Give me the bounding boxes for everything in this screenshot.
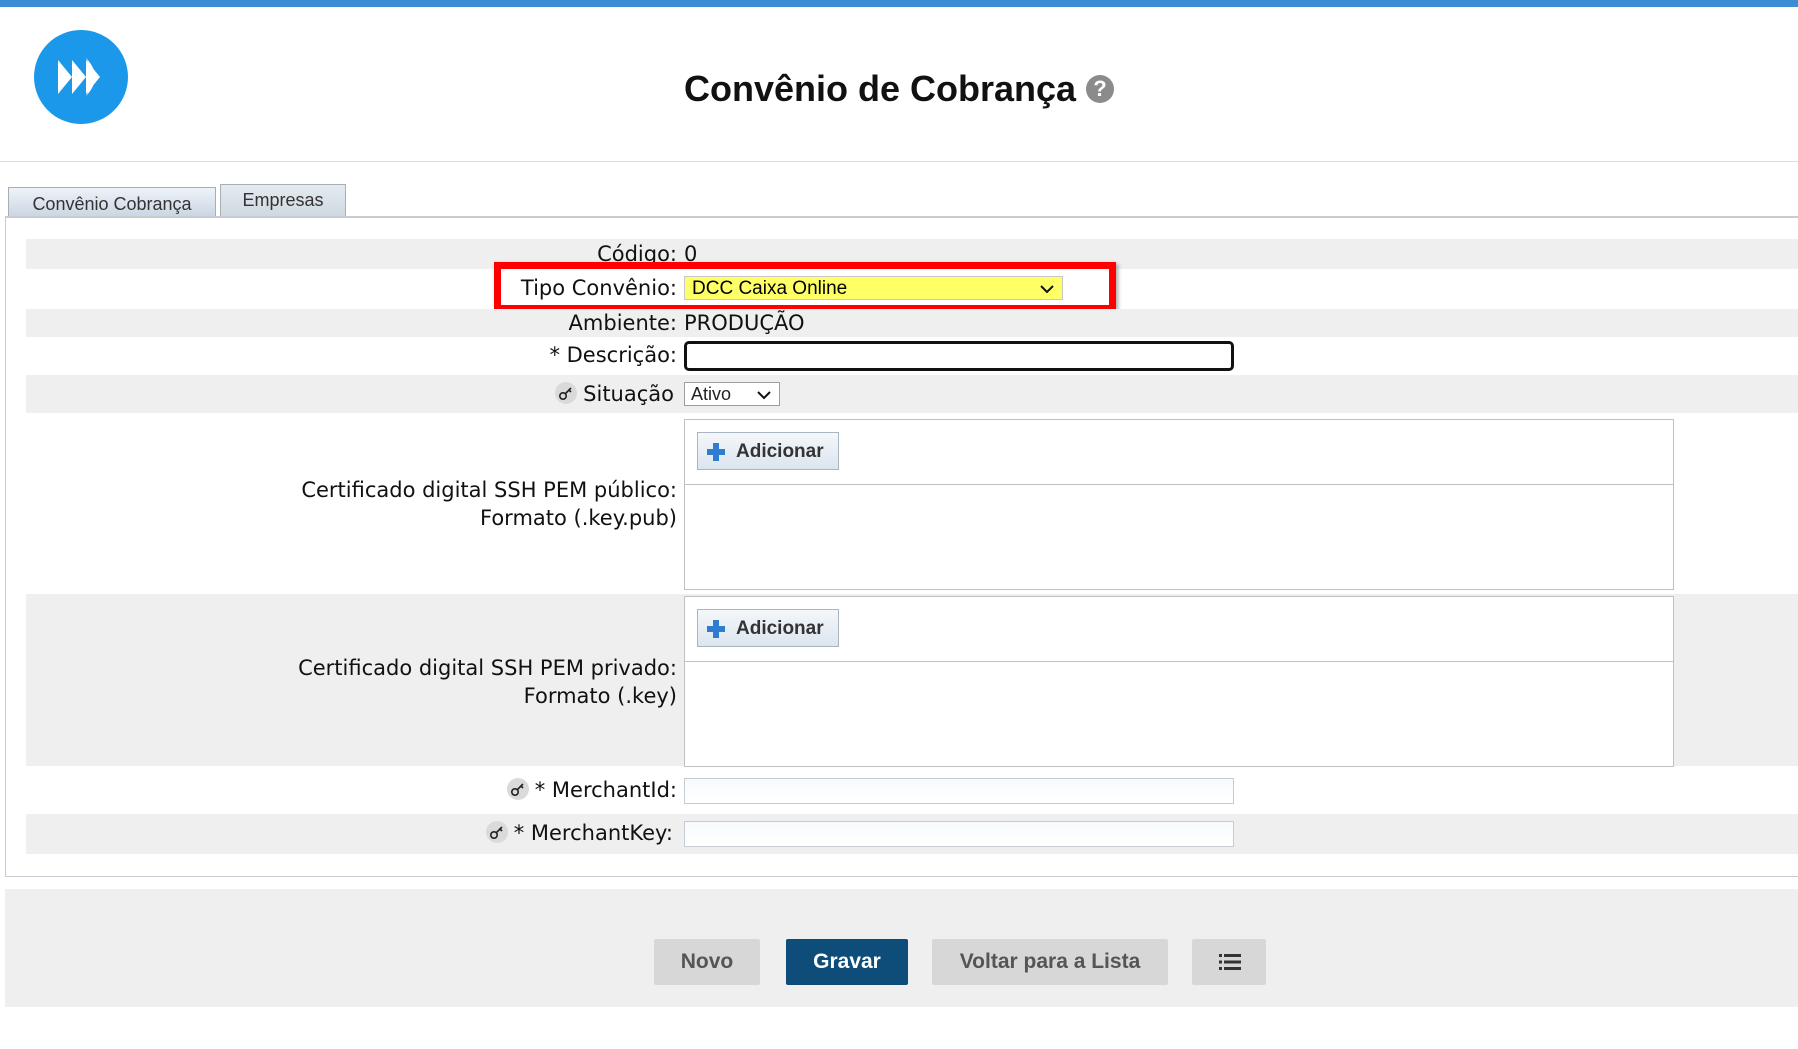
merchant-key-label-wrap: * MerchantKey:: [485, 821, 673, 845]
cert-privado-label: Certificado digital SSH PEM privado: For…: [298, 654, 677, 710]
row-situacao: Situação: [26, 375, 1798, 413]
header-divider: [0, 161, 1798, 162]
annotation-highlight-box: [494, 262, 1116, 312]
cert-privado-upload: Adicionar: [684, 596, 1674, 767]
descricao-input[interactable]: [684, 341, 1234, 371]
key-icon: [506, 778, 529, 800]
top-accent-bar: [0, 0, 1798, 7]
ambiente-value: PRODUÇÃO: [684, 311, 805, 335]
key-icon: [555, 382, 578, 404]
situacao-label-wrap: Situação: [555, 382, 674, 406]
cert-publico-label: Certificado digital SSH PEM público: For…: [301, 476, 677, 532]
merchant-id-label-wrap: * MerchantId:: [506, 778, 677, 802]
situacao-select[interactable]: Ativo: [684, 382, 780, 406]
situacao-label: Situação: [583, 382, 674, 406]
cert-privado-label-line1: Certificado digital SSH PEM privado:: [298, 656, 677, 680]
cert-publico-upload: Adicionar: [684, 419, 1674, 590]
chevron-down-icon: [757, 391, 771, 400]
descricao-label: * Descrição:: [549, 343, 677, 367]
row-ambiente: Ambiente: PRODUÇÃO: [26, 309, 1798, 337]
tab-empresas[interactable]: Empresas: [220, 184, 346, 217]
upload-header: Adicionar: [685, 597, 1673, 662]
novo-button[interactable]: Novo: [654, 939, 760, 985]
page-header: Convênio de Cobrança?: [0, 68, 1798, 110]
plus-icon: [707, 443, 725, 461]
add-button-label: Adicionar: [736, 618, 824, 639]
help-icon[interactable]: ?: [1086, 75, 1115, 103]
merchant-key-input[interactable]: [684, 821, 1234, 847]
tab-convenio-cobranca[interactable]: Convênio Cobrança: [8, 187, 216, 218]
upload-header: Adicionar: [685, 420, 1673, 485]
cert-privado-label-line2: Formato (.key): [523, 684, 677, 708]
cert-publico-label-line1: Certificado digital SSH PEM público:: [301, 478, 677, 502]
merchant-id-label: * MerchantId:: [534, 778, 677, 802]
key-icon: [485, 821, 508, 843]
voltar-para-lista-button[interactable]: Voltar para a Lista: [932, 939, 1168, 985]
add-cert-privado-button[interactable]: Adicionar: [697, 609, 839, 647]
page-title: Convênio de Cobrança: [683, 68, 1077, 109]
add-cert-publico-button[interactable]: Adicionar: [697, 432, 839, 470]
merchant-id-input[interactable]: [684, 778, 1234, 804]
plus-icon: [707, 620, 725, 638]
cert-publico-label-line2: Formato (.key.pub): [480, 506, 677, 530]
situacao-selected: Ativo: [691, 384, 732, 404]
ambiente-label: Ambiente:: [568, 311, 677, 335]
gravar-button[interactable]: Gravar: [786, 939, 908, 985]
add-button-label: Adicionar: [736, 441, 824, 462]
merchant-key-label: * MerchantKey:: [513, 821, 673, 845]
list-icon: [1219, 954, 1241, 970]
list-view-button[interactable]: [1192, 939, 1266, 985]
